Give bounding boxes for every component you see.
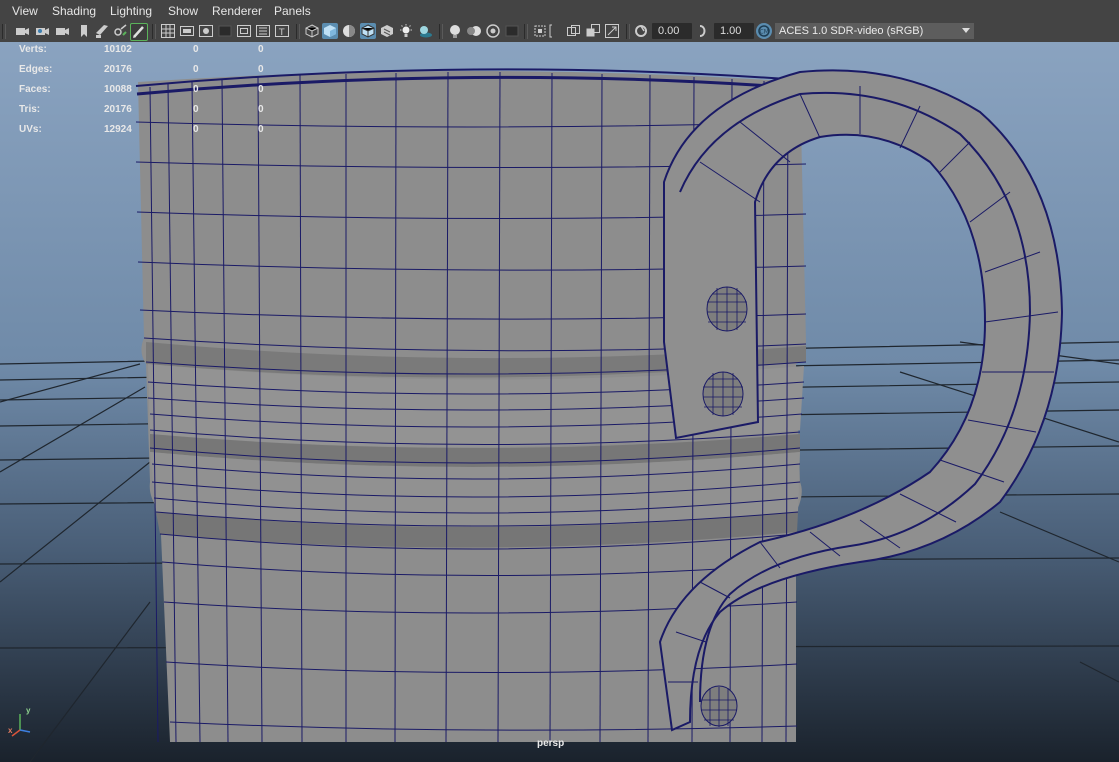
depth-of-field-icon[interactable] [504,23,520,39]
exposure-field[interactable]: 0.00 [652,23,692,39]
wireframe-icon[interactable] [304,23,320,39]
axis-gizmo-icon [11,714,31,737]
toolbar-separator [626,24,630,39]
toolbar-separator [296,24,300,39]
menu-renderer[interactable]: Renderer [212,4,262,18]
chevron-down-icon [962,28,970,33]
exposure-icon[interactable] [633,23,649,39]
hud-edges-uv: 0 [258,64,264,75]
hud-verts-value: 10102 [104,44,132,55]
panel-toolbar: T 0.00 1.00 CM ACES 1.0 SDR-video (sRGB) [0,22,1119,43]
menu-shading[interactable]: Shading [52,4,96,18]
color-space-dropdown[interactable]: ACES 1.0 SDR-video (sRGB) [775,23,974,39]
menu-show[interactable]: Show [168,4,198,18]
hud-tris-selected: 0 [193,104,199,115]
hud-edges-value: 20176 [104,64,132,75]
hud-tris-uv: 0 [258,104,264,115]
field-chart-icon[interactable] [236,23,252,39]
resolution-gate-icon[interactable] [198,23,214,39]
multisample-aa-icon[interactable] [485,23,501,39]
viewport-3d[interactable]: Verts: 10102 0 0 Edges: 20176 0 0 Faces:… [0,42,1119,762]
hud-tris-label: Tris: [19,104,41,115]
screen-space-ao-icon[interactable] [447,23,463,39]
hud-faces-selected: 0 [193,84,199,95]
toolbar-separator [524,24,528,39]
motion-blur-icon[interactable] [466,23,482,39]
hud-uvs-value: 12924 [104,124,132,135]
hud-faces-value: 10088 [104,84,132,95]
image-plane-icon[interactable] [76,23,92,39]
smooth-shade-icon[interactable] [322,23,338,39]
gate-mask-icon[interactable] [217,23,233,39]
xray-joints-icon[interactable] [585,23,601,39]
menu-panels[interactable]: Panels [274,4,311,18]
camera-attributes-icon[interactable] [34,23,50,39]
hud-faces-uv: 0 [258,84,264,95]
hud-tris-value: 20176 [104,104,132,115]
menu-view[interactable]: View [12,4,38,18]
mug-mesh [135,68,1064,743]
bookmark-icon[interactable] [54,23,70,39]
axis-y-label: y [26,706,31,715]
hud-faces-label: Faces: [19,84,51,95]
toolbar-separator [152,24,156,39]
hud-uvs-label: UVs: [19,124,42,135]
scene-render [0,68,1119,762]
safe-action-icon[interactable] [255,23,271,39]
grease-pencil-icon[interactable] [112,23,128,39]
hud-verts-label: Verts: [19,44,47,55]
panel-menu-bar: View Shading Lighting Show Renderer Pane… [0,0,1119,22]
svg-text:T: T [278,28,285,38]
camera-name-label: persp [537,738,565,749]
hud-verts-uv: 0 [258,44,264,55]
safe-title-icon[interactable]: T [274,23,290,39]
hud-edges-label: Edges: [19,64,53,75]
frame-selection-icon[interactable] [604,23,620,39]
hud-uvs-uv: 0 [258,124,264,135]
xray-icon[interactable] [566,23,582,39]
gamma-icon[interactable] [696,23,712,39]
hud-uvs-selected: 0 [193,124,199,135]
default-material-icon[interactable] [341,23,357,39]
isolate-select-icon[interactable] [532,23,548,39]
select-camera-icon[interactable] [14,23,30,39]
xray-components-icon[interactable] [548,23,564,39]
toolbar-separator [439,24,443,39]
menu-lighting[interactable]: Lighting [110,4,152,18]
two-d-pan-zoom-icon[interactable] [94,23,110,39]
grid-icon[interactable] [160,23,176,39]
toolbar-separator [2,24,6,39]
gamma-field[interactable]: 1.00 [714,23,754,39]
use-all-lights-icon[interactable] [398,23,414,39]
axis-x-label: x [8,726,13,735]
grease-pencil-active-icon[interactable] [130,23,148,41]
film-gate-icon[interactable] [179,23,195,39]
svg-text:CM: CM [760,29,769,36]
hud-edges-selected: 0 [193,64,199,75]
color-management-icon[interactable]: CM [756,23,772,39]
color-space-value: ACES 1.0 SDR-video (sRGB) [779,25,924,37]
textured-icon[interactable] [379,23,395,39]
hud-verts-selected: 0 [193,44,199,55]
shadows-icon[interactable] [417,23,433,39]
wireframe-on-shaded-icon[interactable] [360,23,376,39]
